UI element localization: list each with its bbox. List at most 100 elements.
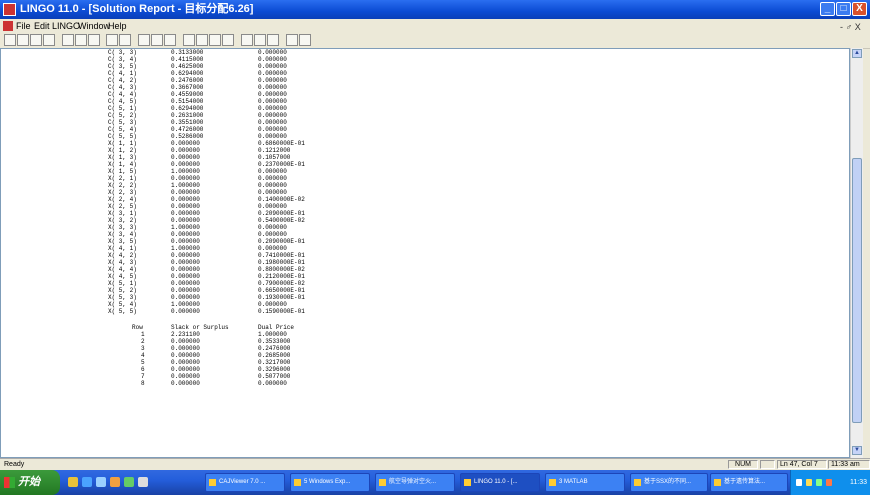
variable-value: 0.000000 — [171, 273, 200, 280]
volume-icon[interactable] — [816, 479, 822, 486]
reduced-cost: 0.000000 — [258, 224, 287, 231]
reduced-cost: 0.000000 — [258, 63, 287, 70]
tile-icon[interactable] — [267, 34, 279, 46]
variable-value: 0.6294000 — [171, 105, 204, 112]
menu-window[interactable]: Window — [78, 19, 110, 33]
scroll-thumb[interactable] — [852, 158, 862, 423]
task-matlab[interactable]: 3 MATLAB — [545, 473, 625, 492]
redo-icon[interactable] — [119, 34, 131, 46]
clock[interactable]: 11:33 — [850, 470, 867, 495]
task-document[interactable]: 航空导弹对空火... — [375, 473, 455, 492]
solve-icon[interactable] — [151, 34, 163, 46]
variable-value: 1.000000 — [171, 182, 200, 189]
stop-icon[interactable] — [209, 34, 221, 46]
task-word-2[interactable]: 基于遗传算法... — [710, 473, 788, 492]
menu-bar: File Edit LINGO Window Help - ♂ X — [0, 19, 870, 33]
cut-icon[interactable] — [62, 34, 74, 46]
reduced-cost: 0.000000 — [258, 133, 287, 140]
keyboard-icon[interactable] — [796, 479, 802, 486]
title-bar: LINGO 11.0 - [Solution Report - 目标分配6.26… — [0, 0, 870, 19]
goto-line-icon[interactable] — [196, 34, 208, 46]
variable-value: 0.000000 — [171, 189, 200, 196]
context-help-icon[interactable] — [299, 34, 311, 46]
scroll-up-icon[interactable]: ▲ — [852, 49, 862, 58]
row-number: 4 — [141, 352, 145, 359]
document-icon[interactable] — [3, 21, 13, 31]
help-icon[interactable] — [286, 34, 298, 46]
task-windows-explorer[interactable]: 5 Windows Exp... — [290, 473, 370, 492]
start-button[interactable]: 开始 — [0, 470, 60, 495]
task-cajviewer[interactable]: CAJViewer 7.0 ... — [205, 473, 285, 492]
paste-icon[interactable] — [88, 34, 100, 46]
close-button[interactable]: X — [852, 2, 867, 16]
maximize-button[interactable]: □ — [836, 2, 851, 16]
minimize-button[interactable]: _ — [820, 2, 835, 16]
status-num: NUM — [728, 460, 758, 469]
status-position: Ln 47, Col 7 — [777, 460, 827, 469]
show-desktop-icon[interactable] — [68, 477, 78, 487]
reduced-cost: 0.000000 — [258, 112, 287, 119]
solution-report-text[interactable]: C( 3, 3) 0.3133000 0.000000 C( 3, 4) 0.41150… — [0, 48, 850, 458]
slack-value: 0.000000 — [171, 366, 200, 373]
reduced-cost: 0.1400000E-02 — [258, 196, 305, 203]
options-icon[interactable] — [183, 34, 195, 46]
variable-name: X( 3, 1) — [108, 210, 137, 217]
reduced-cost: 0.000000 — [258, 56, 287, 63]
variable-value: 0.000000 — [171, 217, 200, 224]
dual-value: 0.3533000 — [258, 338, 291, 345]
reduced-cost: 0.6860000E-01 — [258, 140, 305, 147]
reduced-cost: 0.000000 — [258, 168, 287, 175]
reduced-cost: 0.2090000E-01 — [258, 238, 305, 245]
row-number: 8 — [141, 380, 145, 387]
cajviewer-icon — [209, 479, 216, 486]
variable-name: X( 4, 1) — [108, 245, 137, 252]
variable-name: C( 4, 5) — [108, 98, 137, 105]
vertical-scrollbar[interactable]: ▲ ▼ — [850, 48, 863, 458]
network-icon[interactable] — [806, 479, 812, 486]
menu-edit[interactable]: Edit — [34, 19, 50, 33]
undo-icon[interactable] — [106, 34, 118, 46]
row-number: 1 — [141, 331, 145, 338]
mdi-window-controls[interactable]: - ♂ X — [840, 20, 861, 34]
model-window-icon[interactable] — [222, 34, 234, 46]
open-file-icon[interactable] — [17, 34, 29, 46]
task-lingo[interactable]: LINGO 11.0 - [... — [460, 473, 540, 492]
scroll-down-icon[interactable]: ▼ — [852, 446, 862, 455]
reduced-cost: 0.1930000E-01 — [258, 294, 305, 301]
quicklaunch-icon[interactable] — [124, 477, 134, 487]
variable-value: 0.3133000 — [171, 49, 204, 56]
variable-name: X( 2, 5) — [108, 203, 137, 210]
menu-lingo[interactable]: LINGO — [52, 19, 80, 33]
lingo-app-icon[interactable] — [3, 3, 16, 16]
variable-value: 0.000000 — [171, 196, 200, 203]
reduced-cost: 0.5400000E-02 — [258, 217, 305, 224]
dual-value: 0.000000 — [258, 380, 287, 387]
variable-name: C( 3, 3) — [108, 49, 137, 56]
media-icon[interactable] — [110, 477, 120, 487]
explorer-icon[interactable] — [96, 477, 106, 487]
slack-value: 0.000000 — [171, 380, 200, 387]
ie-icon[interactable] — [82, 477, 92, 487]
row-number: 3 — [141, 345, 145, 352]
reduced-cost: 0.000000 — [258, 245, 287, 252]
new-file-icon[interactable] — [4, 34, 16, 46]
match-parenthesis-icon[interactable] — [164, 34, 176, 46]
variable-value: 0.000000 — [171, 161, 200, 168]
slack-value: 0.000000 — [171, 338, 200, 345]
reduced-cost: 0.000000 — [258, 126, 287, 133]
send-to-back-icon[interactable] — [241, 34, 253, 46]
dual-value: 0.5077000 — [258, 373, 291, 380]
print-icon[interactable] — [43, 34, 55, 46]
task-word-1[interactable]: 基于SSX的不同... — [630, 473, 708, 492]
save-icon[interactable] — [30, 34, 42, 46]
menu-file[interactable]: File — [16, 19, 31, 33]
variable-name: X( 1, 1) — [108, 140, 137, 147]
variable-name: X( 1, 2) — [108, 147, 137, 154]
antivirus-icon[interactable] — [826, 479, 832, 486]
menu-help[interactable]: Help — [108, 19, 127, 33]
quicklaunch-extra-icon[interactable] — [138, 477, 148, 487]
find-icon[interactable] — [138, 34, 150, 46]
variable-value: 0.000000 — [171, 175, 200, 182]
close-all-icon[interactable] — [254, 34, 266, 46]
copy-icon[interactable] — [75, 34, 87, 46]
